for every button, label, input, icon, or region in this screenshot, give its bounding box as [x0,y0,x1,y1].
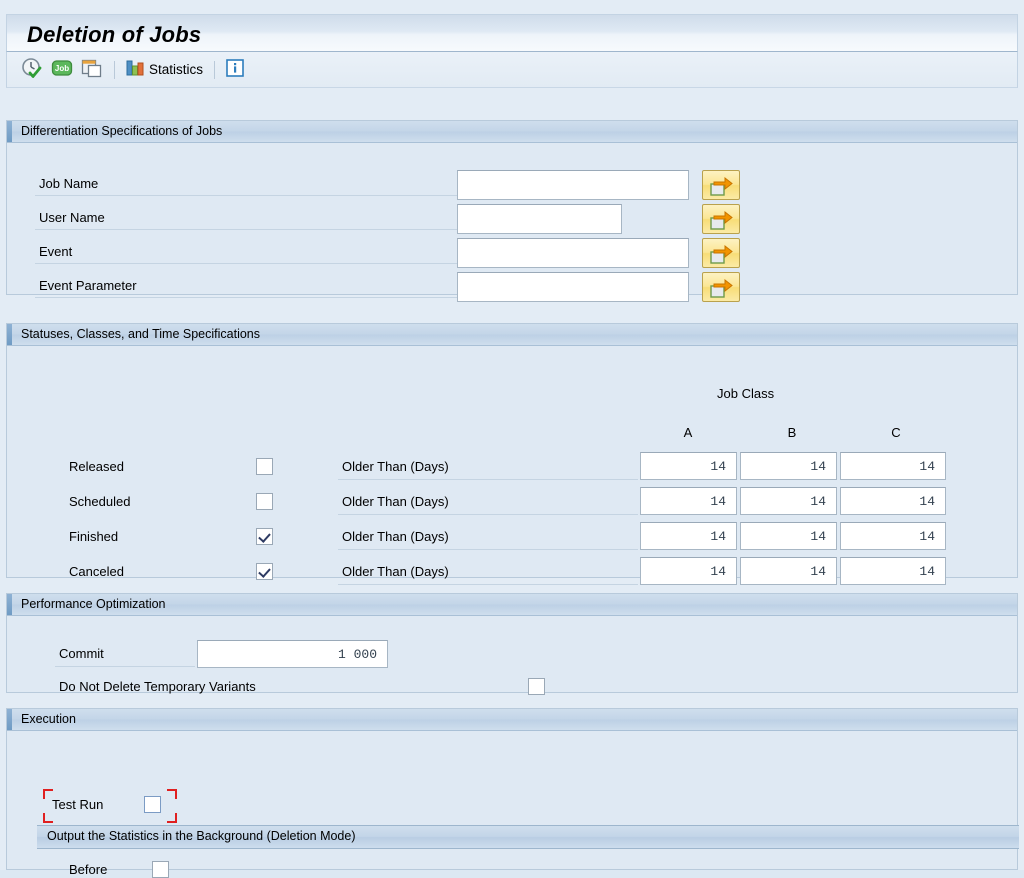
panel-execution: Execution Test Run Output the Statistics… [6,708,1019,878]
label-older-than-canceled: Older Than (Days) [342,564,449,579]
job-button[interactable]: Job [47,56,77,84]
execute-button[interactable] [17,56,47,84]
toolbar-separator-1 [114,60,115,79]
input-scheduled-class-a[interactable] [640,487,737,515]
information-icon [226,59,244,80]
subpanel-title-output-statistics: Output the Statistics in the Background … [47,829,356,843]
panel-statuses: Statuses, Classes, and Time Specificatio… [6,323,1018,585]
execute-clock-check-icon [21,57,43,82]
input-released-class-a[interactable] [640,452,737,480]
label-do-not-delete-temporary-variants: Do Not Delete Temporary Variants [59,679,256,694]
input-finished-class-a[interactable] [640,522,737,550]
checkbox-do-not-delete-temporary-variants[interactable] [528,678,545,695]
panel-header-differentiation: Differentiation Specifications of Jobs [7,121,1017,143]
multiple-selection-button[interactable] [77,56,107,84]
row-separator-1 [35,195,459,196]
multi-select-event[interactable] [702,238,740,268]
input-scheduled-class-c[interactable] [840,487,946,515]
row-separator-released [338,479,638,480]
subpanel-header-output-statistics: Output the Statistics in the Background … [37,825,1019,849]
input-user-name[interactable] [457,204,622,234]
input-released-class-c[interactable] [840,452,946,480]
label-commit: Commit [59,646,104,661]
label-older-than-scheduled: Older Than (Days) [342,494,449,509]
row-separator-canceled [338,584,638,585]
panel-header-statuses: Statuses, Classes, and Time Specificatio… [7,324,1017,346]
row-separator-finished [338,549,638,550]
panel-title-statuses: Statuses, Classes, and Time Specificatio… [21,327,261,341]
toolbar-separator-2 [214,60,216,79]
job-class-title: Job Class [717,386,775,401]
job-class-column-a: A [683,425,693,440]
label-status-scheduled: Scheduled [69,494,131,509]
input-canceled-class-a[interactable] [640,557,737,585]
label-test-run: Test Run [52,797,104,812]
input-canceled-class-b[interactable] [740,557,837,585]
row-separator-2 [35,229,459,230]
multi-select-user-name[interactable] [702,204,740,234]
checkbox-status-finished[interactable] [256,528,273,545]
bar-chart-icon [126,58,146,81]
label-status-released: Released [69,459,124,474]
sap-selection-screen: Deletion of Jobs Job Statistics Differen… [0,0,1024,878]
panel-header-performance: Performance Optimization [7,594,1017,616]
label-job-name: Job Name [39,176,99,191]
job-class-column-c: C [891,425,901,440]
panel-performance: Performance Optimization Commit Do Not D… [6,593,1018,695]
input-finished-class-c[interactable] [840,522,946,550]
row-separator-commit [55,666,195,667]
label-status-finished: Finished [69,529,119,544]
svg-text:Job: Job [55,64,69,73]
row-separator-3 [35,263,459,264]
application-toolbar: Job Statistics [6,52,1018,88]
input-scheduled-class-b[interactable] [740,487,837,515]
row-separator-4 [35,297,459,298]
input-finished-class-b[interactable] [740,522,837,550]
label-event: Event [39,244,73,259]
panel-title-execution: Execution [21,712,76,726]
job-icon: Job [51,58,73,81]
panel-title-differentiation: Differentiation Specifications of Jobs [21,124,223,138]
multiple-selection-icon [81,58,103,82]
information-button[interactable] [222,56,248,84]
page-title: Deletion of Jobs [27,22,202,47]
label-older-than-finished: Older Than (Days) [342,529,449,544]
row-separator-scheduled [338,514,638,515]
checkbox-test-run[interactable] [144,796,161,813]
panel-title-performance: Performance Optimization [21,597,166,611]
job-class-column-b: B [787,425,797,440]
checkbox-status-canceled[interactable] [256,563,273,580]
checkbox-status-scheduled[interactable] [256,493,273,510]
label-status-canceled: Canceled [69,564,124,579]
input-event-parameter[interactable] [457,272,689,302]
input-canceled-class-c[interactable] [840,557,946,585]
input-event[interactable] [457,238,689,268]
label-user-name: User Name [39,210,105,225]
input-commit[interactable] [197,640,388,668]
statistics-label: Statistics [149,62,204,77]
multi-select-event-parameter[interactable] [702,272,740,302]
label-event-parameter: Event Parameter [39,278,137,293]
panel-differentiation: Differentiation Specifications of Jobs J… [6,120,1018,302]
multi-select-job-name[interactable] [702,170,740,200]
input-job-name[interactable] [457,170,689,200]
input-released-class-b[interactable] [740,452,837,480]
window-title-bar: Deletion of Jobs [6,14,1018,52]
panel-header-execution: Execution [7,709,1017,731]
statistics-button[interactable]: Statistics [122,56,207,84]
label-older-than-released: Older Than (Days) [342,459,449,474]
checkbox-status-released[interactable] [256,458,273,475]
